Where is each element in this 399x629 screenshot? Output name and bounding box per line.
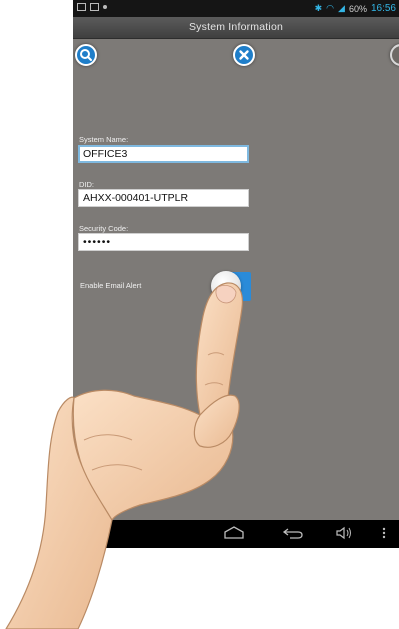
notification-icons <box>77 3 107 11</box>
volume-icon[interactable] <box>335 526 353 543</box>
menu-icon[interactable] <box>381 526 387 543</box>
page-title: System Information <box>188 21 284 33</box>
navigation-bar <box>73 520 399 548</box>
clock: 16:56 <box>370 3 396 14</box>
close-button[interactable] <box>233 44 255 66</box>
did-field[interactable]: AHXX-000401-UTPLR <box>78 189 249 207</box>
notification-icon <box>90 3 99 11</box>
partial-icon[interactable] <box>390 44 399 66</box>
search-icon <box>80 49 92 61</box>
status-icons: ✱ ◠ ◢ 60% 16:56 <box>315 3 396 14</box>
notification-icon <box>103 5 107 9</box>
email-alert-toggle-knob[interactable] <box>211 271 241 301</box>
close-icon <box>239 50 249 60</box>
signal-icon: ◢ <box>338 3 345 13</box>
security-code-field[interactable]: •••••• <box>78 233 249 251</box>
battery-level: 60% <box>348 3 367 14</box>
email-alert-label: Enable Email Alert <box>80 281 142 290</box>
wifi-icon: ◠ <box>326 3 335 13</box>
status-bar: ✱ ◠ ◢ 60% 16:56 <box>73 0 399 17</box>
system-name-label: System Name: <box>79 135 129 144</box>
bluetooth-icon: ✱ <box>314 3 323 13</box>
search-button[interactable] <box>75 44 97 66</box>
system-name-field[interactable]: OFFICE3 <box>78 145 249 163</box>
home-icon[interactable] <box>223 526 245 543</box>
security-code-label: Security Code: <box>79 224 129 233</box>
back-icon[interactable] <box>282 526 304 543</box>
did-label: DID: <box>79 180 94 189</box>
title-bar: System Information <box>73 17 399 39</box>
device-screen: ✱ ◠ ◢ 60% 16:56 System Information Syste… <box>73 0 399 548</box>
notification-icon <box>77 3 86 11</box>
